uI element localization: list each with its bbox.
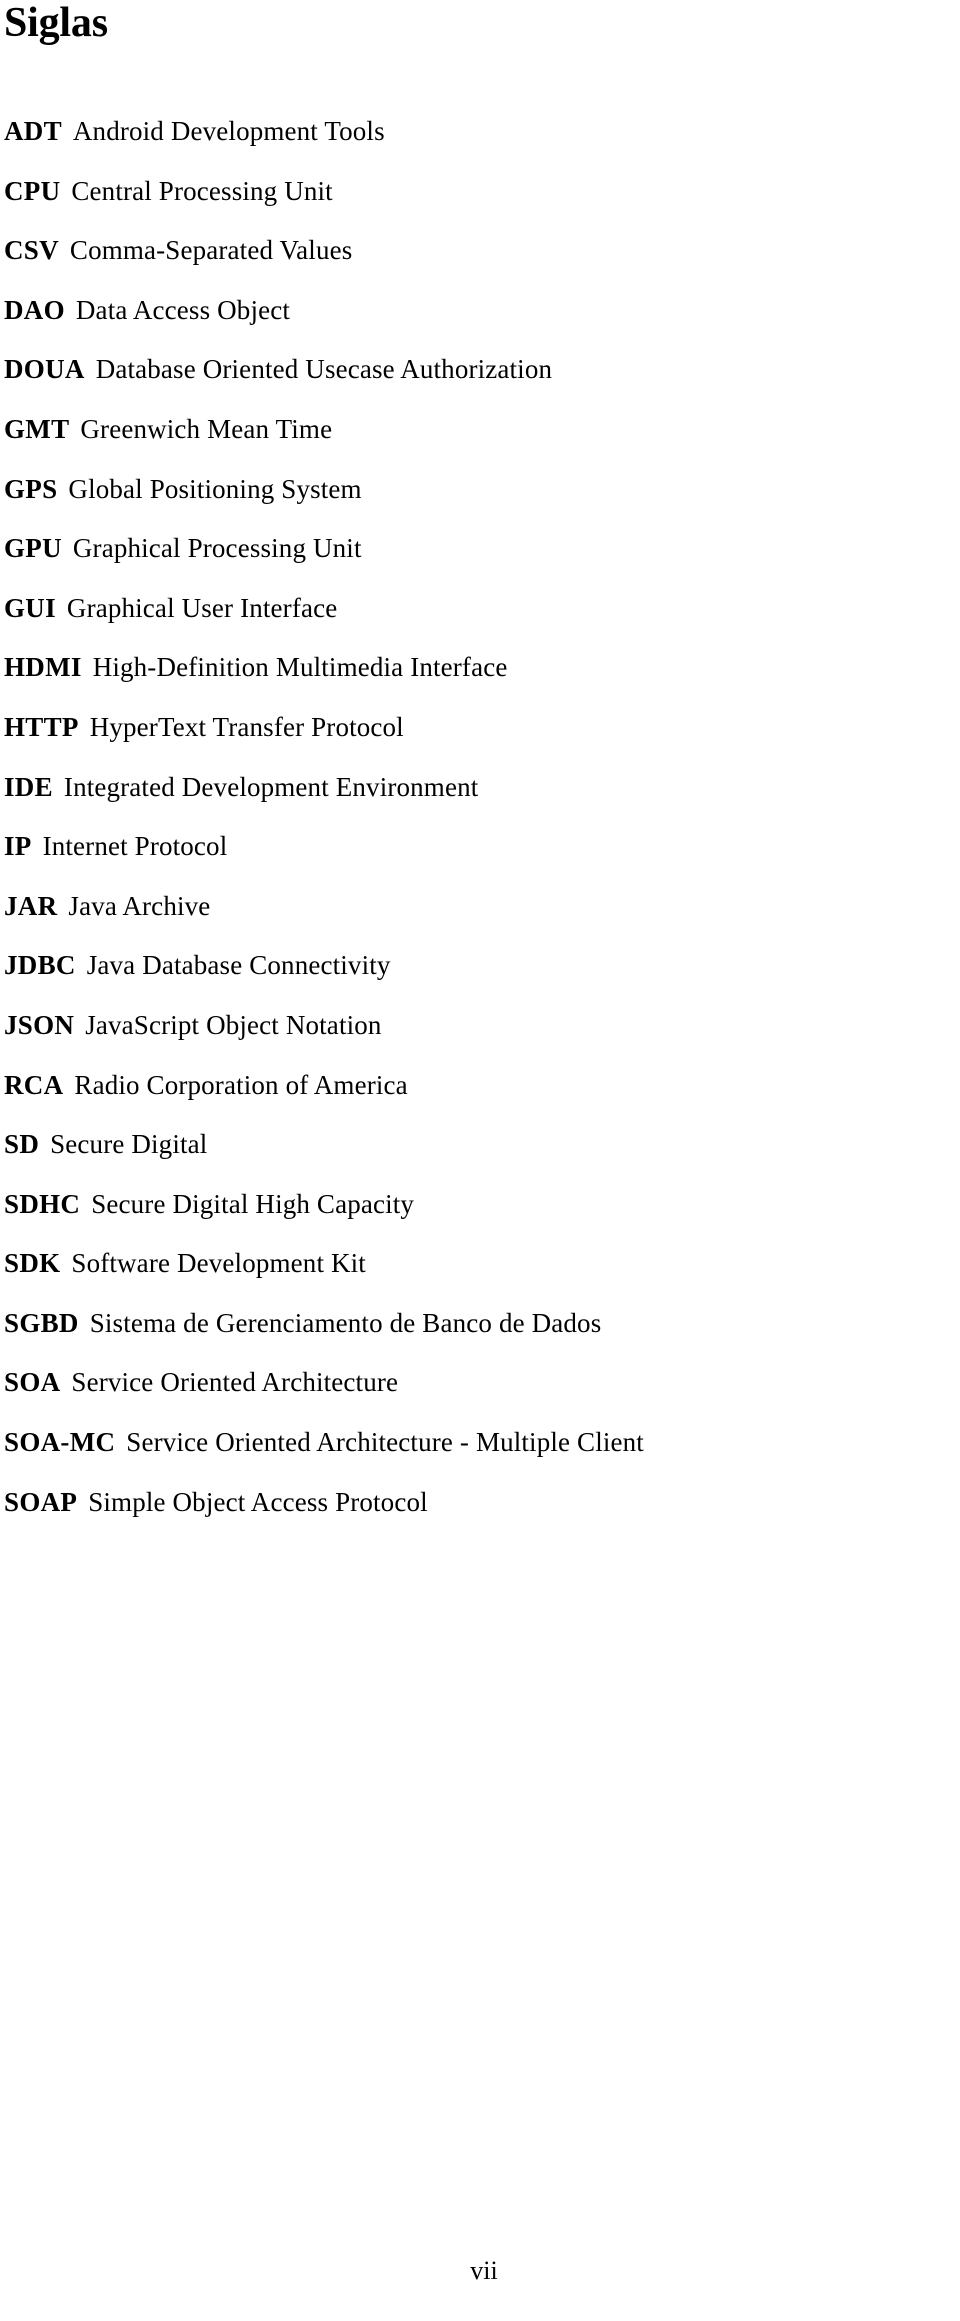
- acronym-entry: GPS Global Positioning System: [4, 460, 948, 520]
- acronym-description: Service Oriented Architecture: [71, 1367, 399, 1398]
- acronym-abbreviation: SDHC: [4, 1188, 81, 1219]
- acronym-abbreviation: JSON: [4, 1009, 75, 1040]
- acronym-abbreviation: ADT: [4, 116, 62, 146]
- acronym-description: JavaScript Object Notation: [85, 1009, 382, 1040]
- acronym-entry: SDHC Secure Digital High Capacity: [4, 1175, 948, 1235]
- acronym-entry: HTTP HyperText Transfer Protocol: [4, 698, 948, 758]
- acronym-entry: HDMI High-Definition Multimedia Interface: [4, 638, 948, 698]
- acronym-entry: GUI Graphical User Interface: [4, 579, 948, 639]
- acronym-abbreviation: SOA-MC: [4, 1427, 116, 1458]
- acronym-abbreviation: GMT: [4, 413, 70, 444]
- acronym-description: Graphical Processing Unit: [72, 533, 362, 564]
- acronym-abbreviation: IDE: [4, 771, 53, 802]
- acronym-abbreviation: HTTP: [4, 711, 79, 742]
- acronym-description: Radio Corporation of America: [74, 1069, 408, 1100]
- page-footer: vii: [0, 2258, 960, 2284]
- acronym-abbreviation: SOAP: [4, 1486, 78, 1517]
- acronym-abbreviation: GPS: [4, 473, 58, 504]
- acronym-abbreviation: JAR: [4, 890, 58, 921]
- acronym-description: Sistema de Gerenciamento de Banco de Dad…: [89, 1307, 602, 1338]
- acronym-description: Software Development Kit: [71, 1248, 366, 1279]
- acronym-description: Database Oriented Usecase Authorization: [95, 354, 553, 385]
- acronym-entry: GMT Greenwich Mean Time: [4, 400, 948, 460]
- acronym-description: Secure Digital High Capacity: [91, 1188, 415, 1219]
- acronym-abbreviation: GPU: [4, 533, 62, 564]
- acronym-description: Secure Digital: [50, 1129, 208, 1160]
- acronym-description: HyperText Transfer Protocol: [89, 711, 404, 742]
- acronym-abbreviation: SOA: [4, 1367, 61, 1398]
- acronym-description: Internet Protocol: [42, 831, 228, 862]
- acronym-entry: SD Secure Digital: [4, 1115, 948, 1175]
- acronym-entry: RCA Radio Corporation of America: [4, 1056, 948, 1116]
- acronym-description: Central Processing Unit: [71, 175, 333, 206]
- acronym-entry: SDK Software Development Kit: [4, 1234, 948, 1294]
- acronym-entry: GPU Graphical Processing Unit: [4, 519, 948, 579]
- document-page: Siglas ADT Android Development Tools CPU Ce…: [0, 0, 960, 2321]
- acronym-abbreviation: IP: [4, 831, 32, 862]
- acronym-list: ADT Android Development Tools CPU Central P…: [4, 102, 948, 1532]
- acronym-entry: IDE Integrated Development Environment: [4, 758, 948, 818]
- acronym-description: Integrated Development Environment: [63, 771, 479, 802]
- acronym-abbreviation: CSV: [4, 235, 59, 266]
- acronym-entry: IP Internet Protocol: [4, 817, 948, 877]
- acronym-entry: ADT Android Development Tools: [4, 102, 948, 162]
- acronym-abbreviation: SDK: [4, 1248, 61, 1279]
- acronym-description: Graphical User Interface: [66, 592, 338, 623]
- acronym-description: High-Definition Multimedia Interface: [92, 652, 508, 683]
- acronym-abbreviation: SD: [4, 1129, 40, 1160]
- acronym-entry: SOA-MC Service Oriented Architecture - Mu…: [4, 1413, 948, 1473]
- acronym-entry: JSON JavaScript Object Notation: [4, 996, 948, 1056]
- acronym-abbreviation: SGBD: [4, 1307, 79, 1338]
- acronym-entry: CSV Comma-Separated Values: [4, 221, 948, 281]
- acronym-entry: CPU Central Processing Unit: [4, 162, 948, 222]
- acronym-description: Java Archive: [68, 890, 211, 921]
- acronym-abbreviation: DAO: [4, 294, 65, 325]
- acronym-description: Greenwich Mean Time: [80, 413, 333, 444]
- acronym-abbreviation: RCA: [4, 1069, 64, 1100]
- page-title: Siglas: [4, 0, 108, 46]
- acronym-entry: SOA Service Oriented Architecture: [4, 1353, 948, 1413]
- acronym-entry: DAO Data Access Object: [4, 281, 948, 341]
- acronym-entry: SOAP Simple Object Access Protocol: [4, 1473, 948, 1533]
- acronym-abbreviation: CPU: [4, 175, 61, 206]
- acronym-description: Data Access Object: [75, 294, 291, 325]
- acronym-abbreviation: DOUA: [4, 354, 85, 385]
- acronym-entry: JDBC Java Database Connectivity: [4, 936, 948, 996]
- acronym-abbreviation: GUI: [4, 592, 56, 623]
- acronym-description: Simple Object Access Protocol: [88, 1486, 428, 1517]
- acronym-description: Service Oriented Architecture - Multiple…: [126, 1427, 644, 1458]
- acronym-abbreviation: JDBC: [4, 950, 76, 981]
- acronym-entry: SGBD Sistema de Gerenciamento de Banco de…: [4, 1294, 948, 1354]
- acronym-description: Global Positioning System: [68, 473, 362, 504]
- acronym-entry: JAR Java Archive: [4, 877, 948, 937]
- acronym-description: Comma-Separated Values: [69, 235, 353, 266]
- acronym-description: Android Development Tools: [72, 116, 385, 146]
- page-number: vii: [470, 2256, 498, 2285]
- acronym-entry: DOUA Database Oriented Usecase Authorizat…: [4, 340, 948, 400]
- acronym-description: Java Database Connectivity: [86, 950, 391, 981]
- acronym-abbreviation: HDMI: [4, 652, 82, 683]
